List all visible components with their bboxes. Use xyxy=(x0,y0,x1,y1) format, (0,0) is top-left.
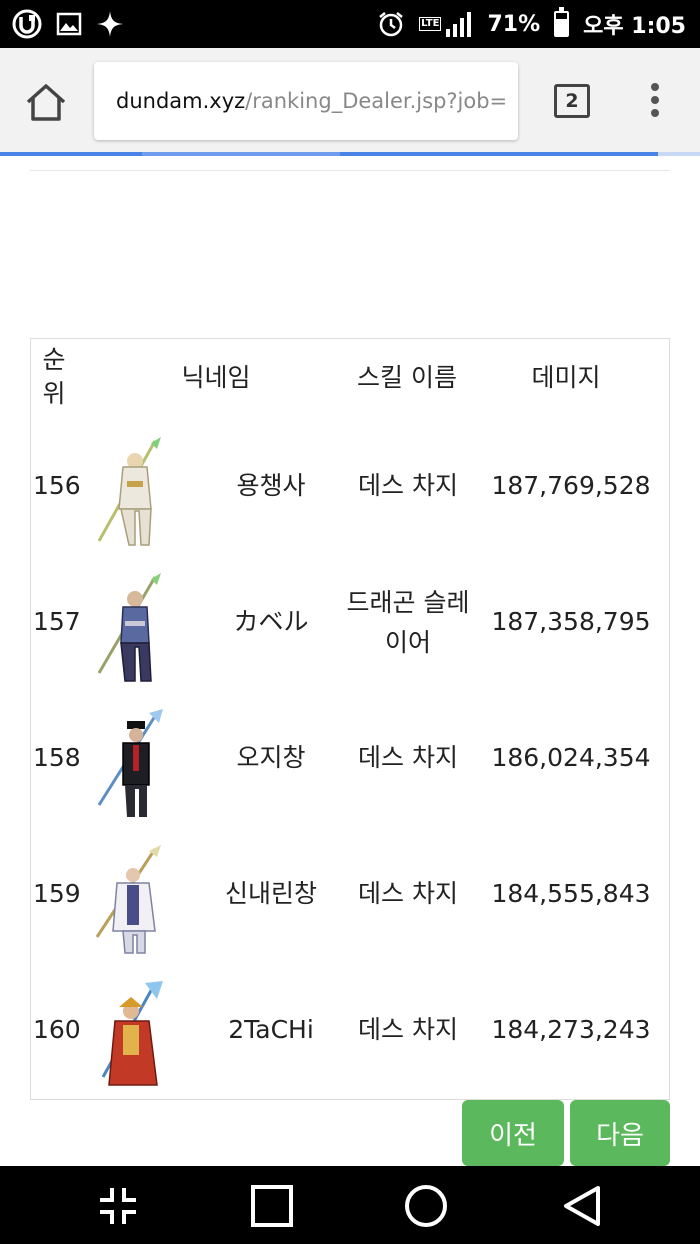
battery-icon xyxy=(554,7,570,37)
progress-segment xyxy=(142,152,340,156)
dual-window-button[interactable] xyxy=(96,1184,140,1228)
browser-toolbar: dundam.xyz/ranking_Dealer.jsp?job= 2 xyxy=(0,48,700,152)
prev-page-button[interactable]: 이전 xyxy=(462,1100,564,1166)
divider xyxy=(30,170,670,171)
skill-cell: 데스 차지 xyxy=(358,879,458,908)
back-button[interactable] xyxy=(560,1184,604,1228)
damage-cell: 184,555,843 xyxy=(491,879,651,908)
table-row: 157 カベル 드래곤 슬레이어 187,358,795 xyxy=(31,555,669,691)
ranking-table: 순위 닉네임 스킬 이름 데미지 156 용챙사 데스 차지 187,769,5… xyxy=(30,338,670,1100)
address-bar[interactable]: dundam.xyz/ranking_Dealer.jsp?job= xyxy=(94,62,518,140)
nickname-cell[interactable]: 용챙사 xyxy=(201,467,341,505)
nickname-cell[interactable]: 오지창 xyxy=(201,739,341,777)
collapse-icon xyxy=(100,1188,136,1224)
rank-cell: 159 xyxy=(33,879,81,908)
header-damage: 데미지 xyxy=(531,363,601,392)
header-skill-name: 스킬 이름 xyxy=(357,363,457,392)
character-avatar-icon xyxy=(91,437,167,549)
damage-cell: 186,024,354 xyxy=(491,743,651,772)
image-icon xyxy=(56,11,82,37)
home-nav-button[interactable] xyxy=(404,1184,448,1228)
table-header: 순위 닉네임 스킬 이름 데미지 xyxy=(31,339,669,419)
character-avatar-icon xyxy=(91,573,167,685)
header-nickname: 닉네임 xyxy=(181,363,251,392)
url-path: /ranking_Dealer.jsp?job= xyxy=(245,89,508,113)
skill-cell: 드래곤 슬레이어 xyxy=(346,588,470,657)
nickname-cell[interactable]: カベル xyxy=(201,603,341,641)
status-left-icons xyxy=(12,9,124,39)
table-row: 156 용챙사 데스 차지 187,769,528 xyxy=(31,419,669,555)
recent-apps-button[interactable] xyxy=(250,1184,294,1228)
square-icon xyxy=(251,1185,293,1227)
damage-cell: 187,358,795 xyxy=(491,607,651,636)
u-plus-icon xyxy=(12,9,42,39)
rank-cell: 157 xyxy=(33,607,81,636)
sparkle-icon xyxy=(96,10,124,38)
status-bar: LTE 71% 오후 1:05 xyxy=(0,0,700,48)
table-row: 158 오지창 데스 차지 186,024,354 xyxy=(31,691,669,827)
tab-count: 2 xyxy=(565,90,579,112)
tab-switcher-button[interactable]: 2 xyxy=(554,84,590,118)
url-domain: dundam.xyz xyxy=(116,89,246,113)
home-icon xyxy=(26,84,66,121)
next-page-button[interactable]: 다음 xyxy=(570,1100,670,1166)
clock: 오후 1:05 xyxy=(583,14,686,39)
status-right-icons: LTE 71% 오후 1:05 xyxy=(377,7,686,40)
skill-cell: 데스 차지 xyxy=(358,1015,458,1044)
character-avatar-icon xyxy=(91,709,167,821)
page-load-progress xyxy=(0,152,700,156)
battery-percent: 71% xyxy=(487,11,541,37)
skill-cell: 데스 차지 xyxy=(358,743,458,772)
rank-cell: 158 xyxy=(33,743,81,772)
damage-cell: 184,273,243 xyxy=(491,1015,651,1044)
rank-cell: 160 xyxy=(33,1015,81,1044)
network-type-label: LTE xyxy=(419,17,442,31)
character-avatar-icon xyxy=(91,845,167,957)
system-nav-bar xyxy=(0,1166,700,1244)
circle-icon xyxy=(405,1185,447,1227)
menu-dot-icon xyxy=(651,83,659,91)
menu-dot-icon xyxy=(651,96,659,104)
alarm-icon xyxy=(377,10,405,38)
overflow-menu-button[interactable] xyxy=(644,80,666,124)
nickname-cell[interactable]: 신내린창 xyxy=(201,875,341,913)
rank-cell: 156 xyxy=(33,471,81,500)
menu-dot-icon xyxy=(651,109,659,117)
lte-signal-icon: LTE xyxy=(419,11,473,37)
character-avatar-icon xyxy=(91,981,167,1093)
nickname-cell[interactable]: 2TaCHi xyxy=(201,1011,341,1049)
table-row: 160 2TaCHi 데스 차지 184,273,243 xyxy=(31,963,669,1099)
header-rank: 순위 xyxy=(42,345,66,408)
skill-cell: 데스 차지 xyxy=(358,471,458,500)
damage-cell: 187,769,528 xyxy=(491,471,651,500)
table-row: 159 신내린창 데스 차지 184,555,843 xyxy=(31,827,669,963)
back-triangle-icon xyxy=(564,1186,600,1226)
home-button[interactable] xyxy=(24,82,68,122)
